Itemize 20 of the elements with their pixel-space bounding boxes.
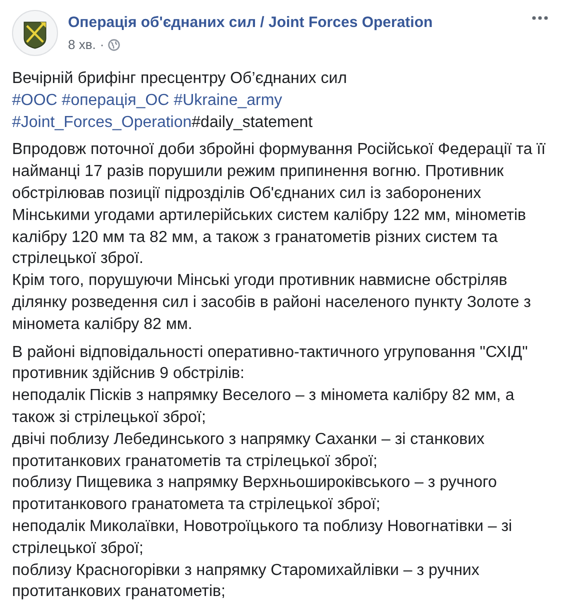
hashtag-link[interactable]: #ООС	[12, 92, 58, 109]
separator-dot: ·	[100, 37, 104, 52]
hashtag-link[interactable]: #Ukraine_army	[174, 92, 282, 109]
avatar-logo[interactable]	[12, 10, 58, 56]
post-text: двічі поблизу Лебединського з напрямку Саханки – зі станкових протитанкових гранатометів та стрілецької зброї;	[12, 430, 486, 472]
post-text: Вечірній брифінг пресцентру Об’єднаних сил	[12, 69, 348, 89]
hashtag-text: #daily_statement	[192, 114, 313, 131]
post-text: поблизу Пищевика з напрямку Верхньошироківського – з ручного протитанкового гранатомета та стрілецької зброї;	[12, 473, 498, 516]
post-text: неподалік Пісків з напрямку Веселого – з міномета калібру 82 мм, а також зі стрілецької зброї;	[12, 386, 516, 428]
post-text: неподалік Миколаївки, Новотроїцького та поблизу Новогнатівки – зі стрілецької зброї;	[12, 516, 514, 559]
post-text: поблизу Красногорівки з напрямку Старомихайлівки – з ручних протитанкових гранатометів;	[12, 560, 480, 602]
post-text: Крім того, порушуючи Мінські угоди противник навмисне обстріляв ділянку розведення сил і засобів в районі населеного пункту Золоте з міномета калібру 82 мм.	[12, 271, 532, 335]
globe-icon	[108, 38, 120, 50]
post-text: В районі відповідальності оперативно-тактичного угруповання "СХІД" противник здійснив 9 обстрілів:	[12, 342, 529, 384]
hashtag-link[interactable]: #операція_ОС	[62, 92, 170, 109]
post-time-link[interactable]: 8 хв.	[68, 37, 96, 52]
hashtag-link[interactable]: #Joint_Forces_Operation	[12, 114, 192, 131]
post-text: Впродовж поточної доби збройні формування Російської Федерації та її найманці 17 разів порушили режим припинення вогню. Противник обстрілював позиції підрозділів Об'єднаних сил із заборонених Мінськими угодами артилерійських систем калібру 122 мм, мінометів калібру 120 мм та 82 мм, а також з гранатометів різних систем та стрілецької зброї.	[12, 140, 547, 270]
page-name-link[interactable]: Операція об'єднаних сил / Joint Forces Operation	[68, 14, 433, 31]
more-options-icon[interactable]	[532, 16, 548, 20]
